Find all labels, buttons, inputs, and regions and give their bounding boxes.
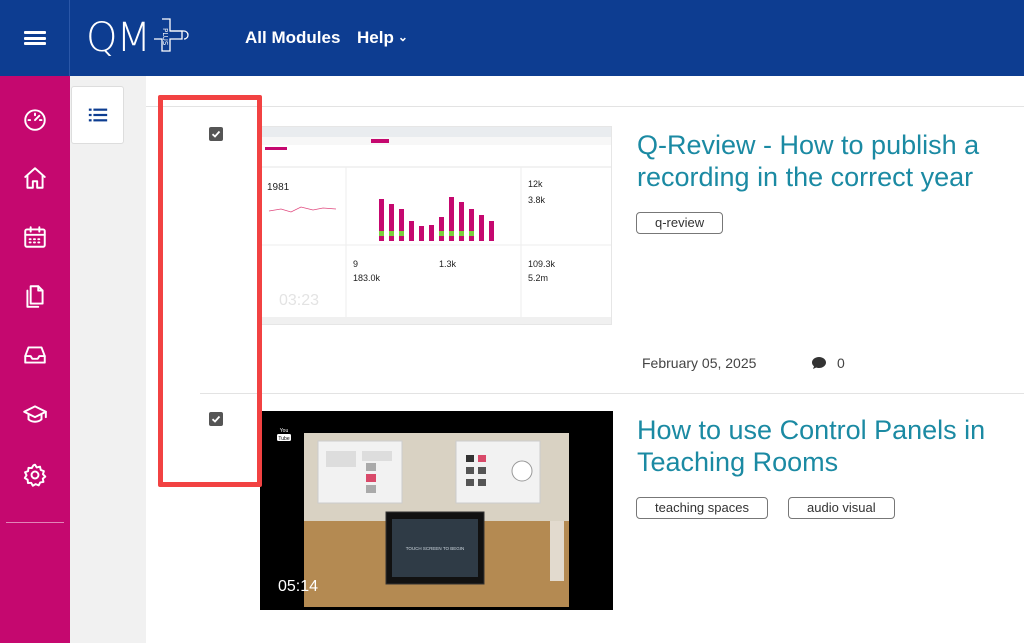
left-sidebar bbox=[0, 76, 70, 643]
content-bank-icon[interactable] bbox=[19, 280, 51, 312]
stat-value: 12k bbox=[528, 179, 543, 189]
tag-audio-visual[interactable]: audio visual bbox=[788, 497, 895, 519]
comment-count[interactable]: 0 bbox=[811, 355, 845, 371]
logo-text: QM bbox=[86, 15, 151, 61]
calendar-icon[interactable] bbox=[19, 221, 51, 253]
row-divider bbox=[200, 393, 1024, 394]
video-title[interactable]: Q-Review - How to publish a recording in… bbox=[637, 129, 1007, 193]
video-duration: 05:14 bbox=[278, 578, 319, 595]
video-thumbnail[interactable]: 1981 12k 3.8k 9 183.0k 1.3k 109.3k 5.2m … bbox=[260, 126, 612, 325]
course-index-toggle-button[interactable] bbox=[71, 86, 124, 144]
list-icon bbox=[88, 108, 107, 122]
row-divider bbox=[146, 106, 1024, 107]
stat-value: 109.3k bbox=[528, 259, 556, 269]
video-duration: 03:23 bbox=[279, 292, 320, 309]
chevron-down-icon: ⌄ bbox=[397, 30, 408, 44]
site-logo[interactable]: QM PLUS bbox=[86, 14, 198, 62]
logo-plus-icon: PLUS bbox=[154, 18, 189, 52]
screen-text: TOUCH SCREEN TO BEGIN bbox=[406, 546, 465, 551]
all-modules-link[interactable]: All Modules bbox=[245, 28, 340, 48]
menu-toggle-button[interactable] bbox=[0, 0, 70, 76]
sidebar-divider bbox=[6, 522, 64, 523]
stat-value: 1.3k bbox=[439, 259, 457, 269]
video-date: February 05, 2025 bbox=[642, 355, 757, 371]
hamburger-icon bbox=[23, 29, 46, 48]
stat-value: 3.8k bbox=[528, 195, 546, 205]
comment-count-value: 0 bbox=[837, 355, 845, 371]
help-menu[interactable]: Help ⌄ bbox=[357, 28, 408, 48]
svg-text:PLUS: PLUS bbox=[161, 28, 169, 46]
dashboard-icon[interactable] bbox=[19, 103, 51, 135]
inbox-icon[interactable] bbox=[19, 339, 51, 371]
help-label: Help bbox=[357, 28, 394, 47]
select-video-checkbox[interactable] bbox=[209, 412, 223, 426]
stat-value: 9 bbox=[353, 259, 358, 269]
home-icon[interactable] bbox=[19, 162, 51, 194]
video-title[interactable]: How to use Control Panels in Teaching Ro… bbox=[637, 414, 1007, 478]
video-thumbnail[interactable]: TOUCH SCREEN TO BEGIN You Tube 05:14 bbox=[260, 411, 613, 610]
graduation-cap-icon[interactable] bbox=[19, 399, 51, 431]
gear-icon[interactable] bbox=[19, 459, 51, 491]
top-navbar: QM PLUS All Modules Help ⌄ bbox=[0, 0, 1024, 76]
tag-teaching-spaces[interactable]: teaching spaces bbox=[636, 497, 768, 519]
comment-icon bbox=[812, 357, 826, 369]
stat-value: 1981 bbox=[267, 182, 290, 193]
tag-q-review[interactable]: q-review bbox=[636, 212, 724, 234]
stat-value: 183.0k bbox=[353, 273, 381, 283]
youtube-logo: You bbox=[280, 428, 289, 434]
svg-text:Tube: Tube bbox=[278, 436, 289, 442]
select-video-checkbox[interactable] bbox=[209, 127, 223, 141]
stat-value: 5.2m bbox=[528, 273, 548, 283]
